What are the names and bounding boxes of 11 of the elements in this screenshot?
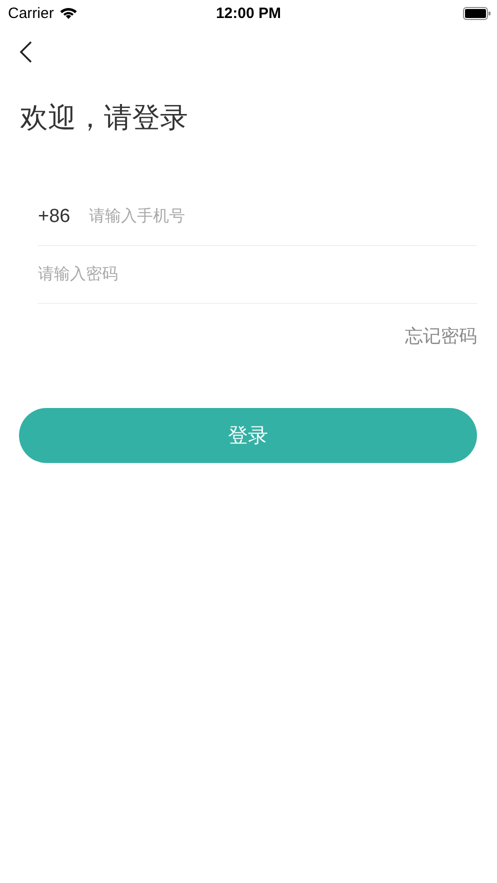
phone-field[interactable]: 请输入手机号 bbox=[89, 202, 477, 232]
forgot-password-link[interactable]: 忘记密码 bbox=[405, 324, 477, 348]
page-title: 欢迎，请登录 bbox=[20, 101, 189, 135]
back-icon[interactable] bbox=[19, 41, 33, 63]
status-time: 12:00 PM bbox=[216, 4, 282, 22]
login-button[interactable]: 登录 bbox=[19, 408, 477, 463]
password-field[interactable]: 请输入密码 bbox=[38, 260, 477, 290]
wifi-icon bbox=[60, 7, 77, 19]
country-code[interactable]: +86 bbox=[38, 206, 70, 228]
battery-icon bbox=[463, 6, 491, 20]
carrier-label: Carrier bbox=[8, 4, 54, 22]
